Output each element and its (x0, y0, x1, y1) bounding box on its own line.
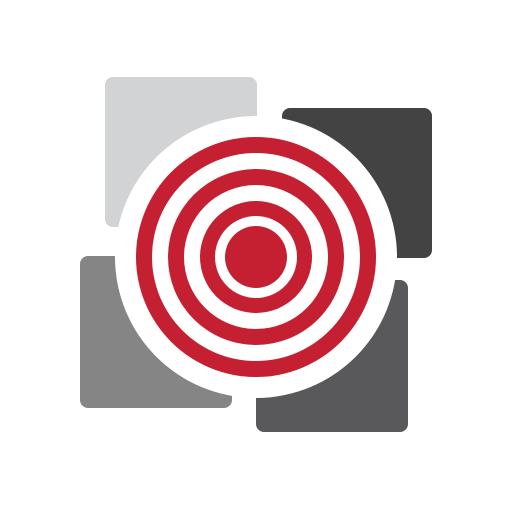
target-logo-icon (80, 77, 432, 432)
app-icon-canvas (0, 0, 512, 512)
target-bullseye (225, 226, 287, 288)
